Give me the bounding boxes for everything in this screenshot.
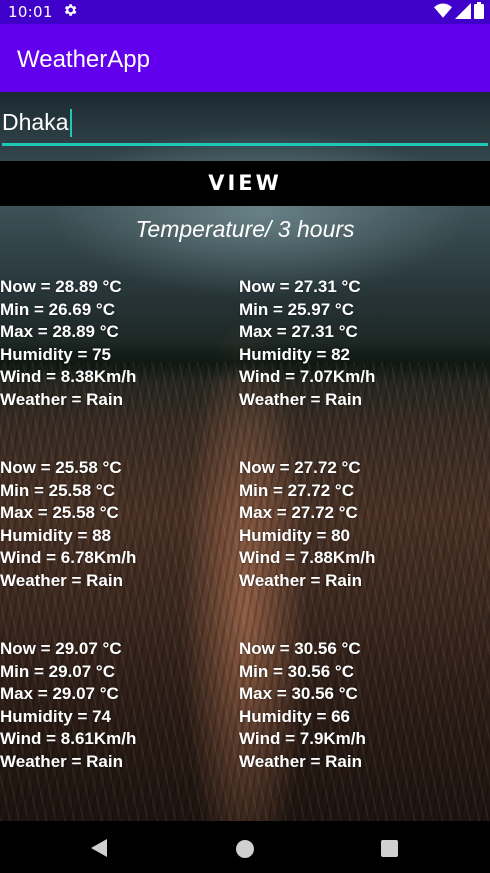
forecast-weather: Weather = Rain [239, 751, 362, 771]
forecast-max: Max = 25.58 °C [0, 503, 119, 523]
forecast-wind: Wind = 7.07Km/h [239, 367, 376, 387]
main-content: VIEW Temperature/ 3 hours Now = 28.89 °C… [0, 92, 490, 821]
forecast-wind: Wind = 8.61Km/h [0, 729, 137, 749]
forecast-humidity: Humidity = 75 [0, 344, 112, 364]
forecast-now: Now = 29.07 °C [0, 639, 122, 658]
wifi-icon [434, 3, 452, 23]
forecast-card: Now = 25.58 °C Min = 25.58 °C Max = 25.5… [0, 457, 240, 593]
forecast-card: Now = 28.89 °C Min = 26.69 °C Max = 28.8… [0, 276, 240, 412]
text-cursor [70, 109, 72, 137]
forecast-min: Min = 30.56 °C [239, 661, 354, 681]
recents-icon[interactable] [381, 840, 398, 857]
forecast-now: Now = 25.58 °C [0, 458, 122, 477]
forecast-humidity: Humidity = 80 [239, 525, 351, 545]
forecast-weather: Weather = Rain [239, 389, 362, 409]
forecast-card: Now = 30.56 °C Min = 30.56 °C Max = 30.5… [239, 638, 479, 774]
forecast-max: Max = 27.31 °C [239, 322, 358, 342]
forecast-card: Now = 27.31 °C Min = 25.97 °C Max = 27.3… [239, 276, 479, 412]
forecast-wind: Wind = 7.9Km/h [239, 729, 366, 749]
forecast-max: Max = 30.56 °C [239, 684, 358, 704]
city-input[interactable] [2, 102, 488, 146]
forecast-min: Min = 25.97 °C [239, 299, 354, 319]
status-bar: 10:01 [0, 0, 490, 24]
forecast-humidity: Humidity = 74 [0, 706, 112, 726]
forecast-max: Max = 27.72 °C [239, 503, 358, 523]
forecast-wind: Wind = 6.78Km/h [0, 548, 137, 568]
forecast-wind: Wind = 7.88Km/h [239, 548, 376, 568]
settings-gear-icon [62, 2, 78, 22]
section-title: Temperature/ 3 hours [135, 216, 355, 242]
forecast-humidity: Humidity = 66 [239, 706, 351, 726]
app-title: WeatherApp [17, 46, 150, 73]
forecast-min: Min = 29.07 °C [0, 661, 115, 681]
forecast-now: Now = 28.89 °C [0, 277, 122, 296]
forecast-humidity: Humidity = 88 [0, 525, 112, 545]
home-icon[interactable] [236, 840, 254, 858]
forecast-min: Min = 27.72 °C [239, 480, 354, 500]
forecast-weather: Weather = Rain [0, 751, 123, 771]
forecast-weather: Weather = Rain [239, 570, 362, 590]
navigation-bar [0, 821, 490, 873]
back-icon[interactable] [91, 839, 107, 857]
forecast-card: Now = 29.07 °C Min = 29.07 °C Max = 29.0… [0, 638, 240, 774]
forecast-max: Max = 28.89 °C [0, 322, 119, 342]
battery-icon [474, 2, 484, 23]
cellular-signal-icon [455, 2, 471, 23]
forecast-now: Now = 27.31 °C [239, 277, 361, 296]
forecast-weather: Weather = Rain [0, 570, 123, 590]
forecast-wind: Wind = 8.38Km/h [0, 367, 137, 387]
forecast-now: Now = 30.56 °C [239, 639, 361, 658]
forecast-card: Now = 27.72 °C Min = 27.72 °C Max = 27.7… [239, 457, 479, 593]
forecast-humidity: Humidity = 82 [239, 344, 351, 364]
forecast-min: Min = 25.58 °C [0, 480, 115, 500]
forecast-max: Max = 29.07 °C [0, 684, 119, 704]
view-button[interactable]: VIEW [0, 161, 490, 206]
app-bar: WeatherApp [0, 24, 490, 92]
status-time: 10:01 [8, 3, 53, 21]
forecast-now: Now = 27.72 °C [239, 458, 361, 477]
forecast-min: Min = 26.69 °C [0, 299, 115, 319]
status-icons [434, 2, 484, 23]
forecast-weather: Weather = Rain [0, 389, 123, 409]
